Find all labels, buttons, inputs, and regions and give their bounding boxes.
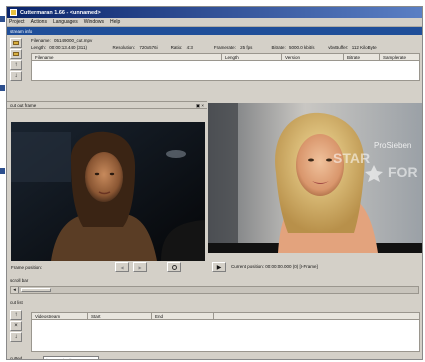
resolution-label: Resolution: [112,45,136,50]
prev-frame-button[interactable]: ◀ [115,262,129,272]
stream-info-panel: ↑ ↓ Filename: 05149000_cut.mpv Length: 0… [7,35,422,83]
column-empty [214,313,419,319]
length-label: Length: [31,45,47,50]
menu-help[interactable]: Help [110,19,120,25]
column-end[interactable]: End [152,313,214,319]
menu-bar: Project Actions Languages Windows Help [7,18,422,27]
frame-position-label: Frame position: [11,265,43,270]
add-stream-button[interactable] [10,49,22,59]
vbv-value: 112 KiloByte [351,45,377,50]
scroll-bar-label: scroll bar [10,278,29,283]
column-length[interactable]: Length [222,54,282,60]
logo-text-line1: ProSieben [374,141,411,150]
prev-icon: ◀ [120,264,124,270]
cut-delete-button[interactable]: × [10,321,22,331]
title-bar[interactable]: Cuttermaran 1.66 - <unnamed> [7,7,422,18]
column-bitrate[interactable]: Bitrate [344,54,380,60]
ratio-value: 4:3 [186,45,193,50]
frame-scroll-bar[interactable]: ◂ [10,286,419,294]
arrow-down-icon: ↓ [14,334,18,340]
bitrate-label: Bitrate: [271,45,286,50]
cut-out-frame-title: cut out frame ▣ × [7,101,207,109]
column-version[interactable]: Version [282,54,344,60]
bitrate-value: 5000.0 kbit/s [288,45,315,50]
filename-label: Filename: [31,38,51,43]
delete-icon: × [14,323,18,329]
stream-info-title: stream info [7,27,422,35]
properties-line: Length: 00:00:13.440 (311) Resolution: 7… [31,45,377,50]
cut-out-frame-title-text: cut out frame [10,103,37,108]
column-filename[interactable]: Filename [32,54,222,60]
cut-out-frame-view[interactable] [11,122,205,261]
move-up-button[interactable]: ↑ [10,60,22,70]
play-icon: ▶ [216,264,222,271]
move-down-button[interactable]: ↓ [10,71,22,81]
play-button[interactable]: ▶ [212,262,226,272]
cut-list[interactable] [31,320,420,352]
logo-text-line2: STAR [333,150,370,166]
desktop-mark [0,168,5,174]
stream-list-header: Filename Length Version Bitrate Samplera… [31,53,420,61]
magnifier-icon [171,264,177,270]
pin-icon[interactable]: ▣ [196,103,200,108]
app-icon [10,9,17,16]
scroll-left-icon: ◂ [13,287,16,293]
cut-name-input[interactable] [43,356,99,359]
close-icon[interactable]: × [201,103,204,108]
resolution-value: 720x576i [139,45,158,50]
ratio-label: Ratio: [170,45,183,50]
zoom-button[interactable] [167,262,181,272]
scroll-left-button[interactable]: ◂ [11,287,19,293]
next-frame-button[interactable]: ▶ [133,262,147,272]
next-icon: ▶ [138,264,142,270]
window-title: Cuttermaran 1.66 - <unnamed> [20,9,101,16]
framerate-value: 25 fps [240,45,253,50]
current-position: Current position: 00:00:00.000 (0) [I-Fr… [231,264,318,269]
folder-icon [13,41,19,45]
column-start[interactable]: Start [88,313,152,319]
menu-windows[interactable]: Windows [84,19,104,25]
menu-languages[interactable]: Languages [53,19,78,25]
filename-value: 05149000_cut.mpv [54,38,93,43]
stream-buttons: ↑ ↓ [10,38,22,82]
stream-list[interactable] [31,61,420,81]
panel-controls: ▣ × [196,102,204,109]
vbv-label: vbvBuffer: [328,45,349,50]
desktop-mark [0,85,5,91]
arrow-down-icon: ↓ [14,73,18,79]
scroll-thumb[interactable] [21,288,51,292]
arrow-up-icon: ↑ [14,312,18,318]
cutted-label: cutted [10,356,23,360]
filename-line: Filename: 05149000_cut.mpv [31,38,92,43]
column-videostream[interactable]: Videostream [32,313,88,319]
app-window: Cuttermaran 1.66 - <unnamed> Project Act… [6,6,423,360]
arrow-up-icon: ↑ [14,62,18,68]
logo-text-line3: FOR [388,164,418,180]
cut-list-header: Videostream Start End [31,312,420,320]
cut-down-button[interactable]: ↓ [10,332,22,342]
cut-up-button[interactable]: ↑ [10,310,22,320]
framerate-label: Framerate: [213,45,236,50]
column-samplerate[interactable]: Samplerate [380,54,419,60]
talk-scene-image: ProSieben STAR FOR [208,103,422,253]
desktop-mark [0,16,5,22]
stream-info-title-text: stream info [10,28,33,34]
car-scene-image [11,122,205,261]
open-stream-button[interactable] [10,38,22,48]
menu-project[interactable]: Project [9,19,25,25]
cut-list-buttons: ↑ × ↓ [10,310,22,343]
preview-view[interactable]: ProSieben STAR FOR [208,103,422,253]
length-value: 00:00:13.440 (311) [49,45,87,50]
cut-list-label: cut list [10,300,23,305]
menu-actions[interactable]: Actions [31,19,47,25]
folder-add-icon [13,52,19,56]
